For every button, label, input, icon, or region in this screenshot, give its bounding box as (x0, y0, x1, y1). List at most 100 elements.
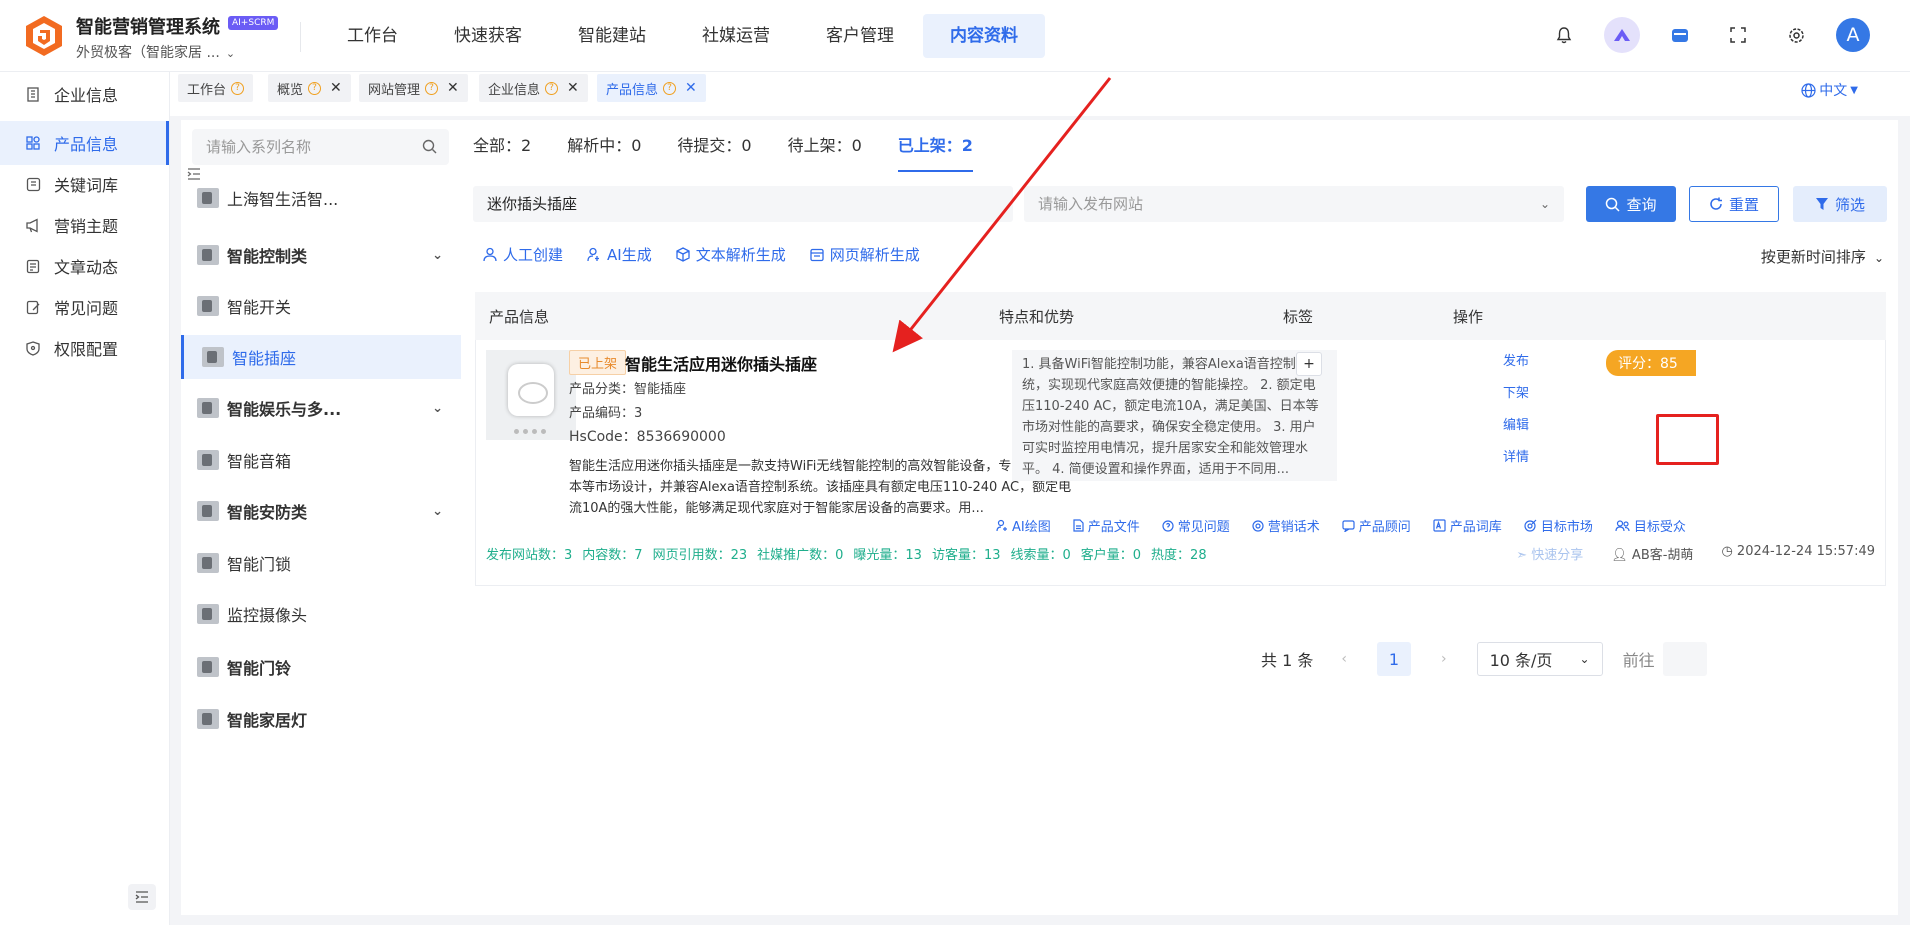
next-page-icon[interactable]: › (1441, 651, 1447, 667)
series-search-input[interactable] (192, 129, 402, 165)
status-tab-all[interactable]: 全部：2 (473, 132, 531, 172)
product-files-link[interactable]: 产品文件 (1073, 516, 1140, 535)
tab-overview[interactable]: 概览? ✕ (268, 74, 351, 102)
page-number[interactable]: 1 (1376, 642, 1411, 676)
product-lexicon-link[interactable]: 产品词库 (1433, 516, 1502, 535)
status-tab-published[interactable]: 已上架：2 (897, 132, 973, 172)
text-parse-link[interactable]: 文本解析生成 (676, 244, 786, 265)
close-icon[interactable]: ✕ (685, 80, 697, 96)
sidebar-item-faq[interactable]: 常见问题 (0, 285, 169, 329)
language-selector[interactable]: 中文 ▼ (1801, 80, 1858, 100)
target-market-link[interactable]: 目标市场 (1524, 516, 1593, 535)
series-root[interactable]: 上海智生活智... (181, 178, 461, 218)
series-search (192, 129, 449, 165)
fullscreen-icon[interactable] (1720, 17, 1756, 53)
help-icon[interactable]: ? (425, 81, 439, 95)
reset-button[interactable]: 重置 (1689, 186, 1779, 222)
sidebar-item-marketing-topic[interactable]: 营销主题 (0, 203, 169, 247)
user-icon (483, 247, 497, 262)
ai-drawing-link[interactable]: AI绘图 (996, 516, 1051, 535)
nav-content[interactable]: 内容资料 (923, 14, 1045, 58)
manual-create-link[interactable]: 人工创建 (483, 244, 563, 265)
gear-icon[interactable] (1778, 17, 1814, 53)
unpublish-link[interactable]: 下架 (1481, 382, 1551, 414)
page-size-select[interactable]: 10 条/页 ⌄ (1476, 642, 1603, 676)
goto-page-input[interactable] (1662, 642, 1707, 676)
series-category[interactable]: 智能门铃 (181, 645, 461, 689)
help-icon[interactable]: ? (545, 81, 559, 95)
series-category[interactable]: 智能安防类 ⌄ (181, 489, 461, 533)
add-tag-button[interactable]: + (1296, 352, 1322, 376)
nav-social-media[interactable]: 社媒运营 (675, 14, 797, 58)
nav-customer[interactable]: 客户管理 (799, 14, 921, 58)
series-item[interactable]: 智能开关 (181, 284, 461, 328)
keyword-input[interactable]: 迷你插头插座 (473, 186, 1013, 222)
bell-icon[interactable] (1546, 17, 1582, 53)
chevron-down-icon[interactable]: ⌄ (432, 504, 443, 519)
chevron-down-icon[interactable]: ⌄ (432, 248, 443, 263)
sidebar-item-permissions[interactable]: 权限配置 (0, 326, 169, 370)
sales-script-link[interactable]: 营销话术 (1252, 516, 1320, 535)
chevron-down-icon[interactable]: ⌄ (432, 401, 443, 416)
status-tab-pending-publish[interactable]: 待上架：0 (788, 132, 862, 172)
status-tab-parsing[interactable]: 解析中：0 (567, 132, 641, 172)
series-category[interactable]: 智能家居灯 (181, 697, 461, 741)
series-item[interactable]: 智能门锁 (181, 541, 461, 585)
share-label: 快速分享 (1531, 548, 1584, 563)
nav-site-builder[interactable]: 智能建站 (551, 14, 673, 58)
tool-link-label: 产品词库 (1449, 520, 1502, 535)
status-tab-pending-submit[interactable]: 待提交：0 (677, 132, 751, 172)
help-icon[interactable]: ? (663, 81, 677, 95)
sidebar-item-label: 常见问题 (54, 299, 119, 318)
product-advisor-link[interactable]: 产品顾问 (1342, 516, 1411, 535)
web-parse-link[interactable]: 网页解析生成 (810, 244, 920, 265)
query-button[interactable]: 查询 (1586, 186, 1676, 222)
tab-product-info[interactable]: 产品信息? ✕ (597, 74, 706, 102)
quick-share-link[interactable]: ➣ 快速分享 (1516, 544, 1583, 563)
details-link[interactable]: 详情 (1481, 446, 1551, 478)
target-audience-link[interactable]: 目标受众 (1615, 516, 1686, 535)
series-item[interactable]: 智能音箱 (181, 438, 461, 482)
series-item[interactable]: 监控摄像头 (181, 592, 461, 636)
series-category[interactable]: 智能控制类 ⌄ (181, 233, 461, 277)
tab-company-info[interactable]: 企业信息? ✕ (479, 74, 588, 102)
tab-workbench[interactable]: 工作台? (178, 74, 254, 102)
collapse-sidebar-button[interactable] (128, 884, 156, 910)
sidebar-item-keywords[interactable]: 关键词库 (0, 162, 169, 206)
sidebar-item-articles[interactable]: 文章动态 (0, 244, 169, 288)
prev-page-icon[interactable]: ‹ (1341, 651, 1347, 667)
sidebar-item-company-info[interactable]: 企业信息 (0, 72, 169, 116)
close-icon[interactable]: ✕ (447, 80, 459, 96)
help-icon[interactable]: ? (308, 81, 322, 95)
ai-assistant-icon[interactable] (1604, 17, 1640, 53)
product-image[interactable] (486, 350, 576, 440)
faq-link[interactable]: 常见问题 (1162, 516, 1230, 535)
nav-workbench[interactable]: 工作台 (320, 14, 425, 58)
series-label: 智能插座 (232, 349, 297, 368)
series-label: 智能控制类 (227, 247, 308, 266)
search-icon[interactable] (422, 139, 437, 154)
edit-link[interactable]: 编辑 (1481, 414, 1551, 446)
close-icon[interactable]: ✕ (567, 80, 579, 96)
series-category[interactable]: 智能娱乐与多... ⌄ (181, 386, 461, 430)
ai-create-link[interactable]: AI生成 (587, 244, 652, 265)
series-item-active[interactable]: 智能插座 (181, 335, 461, 379)
stat-contents: 内容数：7 (582, 548, 643, 563)
filter-button[interactable]: 筛选 (1793, 186, 1887, 222)
user-avatar[interactable]: A (1836, 18, 1870, 52)
pagination: 共 1 条 ‹ 1 › 10 条/页 ⌄ 前往 (1261, 642, 1707, 676)
tab-site-management[interactable]: 网站管理? ✕ (359, 74, 468, 102)
publish-link[interactable]: 发布 (1481, 350, 1551, 382)
company-selector[interactable]: 外贸极客（智能家居 ... ⌄ (76, 42, 235, 62)
sort-selector[interactable]: 按更新时间排序 ⌄ (1761, 246, 1884, 267)
close-icon[interactable]: ✕ (330, 80, 342, 96)
nav-fast-acquire[interactable]: 快速获客 (427, 14, 549, 58)
sidebar-item-product-info[interactable]: 产品信息 (0, 121, 169, 165)
help-icon[interactable]: ? (231, 81, 245, 95)
tool-link-label: 常见问题 (1177, 520, 1230, 535)
target-icon (1252, 519, 1264, 532)
series-thumbnail (197, 709, 219, 729)
folder-icon[interactable] (1662, 17, 1698, 53)
product-name[interactable]: 智能生活应用迷你插头插座 (625, 351, 817, 375)
site-select[interactable]: 请输入发布网站 ⌄ (1024, 186, 1564, 222)
